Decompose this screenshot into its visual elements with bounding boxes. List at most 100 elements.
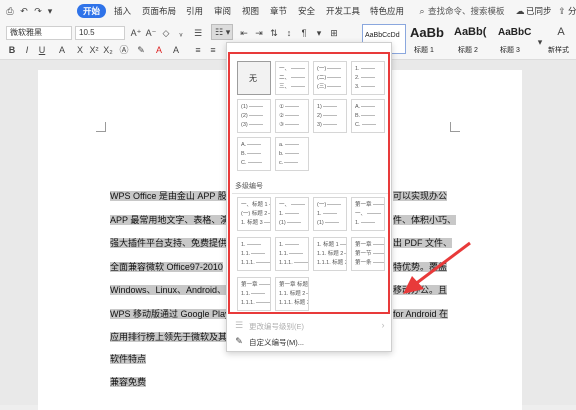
tab-security[interactable]: 安全 [298,5,315,17]
document-line-tail[interactable]: 特优势。覆盖 [393,259,448,275]
text-effect-icon[interactable]: Ⓐ [118,44,130,56]
font-color-icon[interactable]: A [153,44,165,56]
multi-tile[interactable]: 1. 1.1. 1.1.1. [275,237,309,271]
single-tile[interactable]: 1. 2. 3. [351,61,385,95]
font-effects-icon[interactable]: A [56,44,68,56]
single-tile[interactable]: A. B. C. [237,137,271,171]
decrease-indent-icon[interactable]: ⇤ [238,27,250,39]
style-heading3[interactable]: AaBbC 标题 3 [496,24,534,58]
multi-tile[interactable]: 1. 标题 1 1.1. 标题 2 1.1.1. 标题 3 [313,237,347,271]
redo-icon[interactable]: ↷ [32,5,44,17]
multi-tile[interactable]: 第一章 1.1. 1.1.1. [237,277,271,311]
highlight-icon[interactable]: ✎ [135,44,147,56]
margin-corner-left [96,122,106,132]
document-line[interactable]: 强大插件平台支持、免费提供 [110,235,228,251]
multi-tile[interactable]: 第一章 第一节 第一条 [351,237,385,271]
share-icon[interactable]: ⇪ [556,5,568,17]
tab-page-layout[interactable]: 页面布局 [142,5,176,17]
multi-tile[interactable]: 一、标题 1 (一) 标题 2 1. 标题 3 [237,197,271,231]
multi-tile-label: 第一章 [241,282,258,288]
single-tile-dash [284,162,299,164]
document-line[interactable]: 应用排行榜上领先于微软及其 [110,329,228,345]
align-left-icon[interactable]: ≡ [192,44,204,56]
tab-home[interactable]: 开始 [77,4,106,18]
italic-icon[interactable]: I [21,44,33,56]
document-line[interactable]: 软件特点 [110,351,147,367]
sync-status[interactable]: 已同步 [526,5,552,17]
multi-tile-dash [251,253,266,255]
document-line-tail[interactable]: 移动办公。且 [393,282,448,298]
menu-divider [232,313,388,314]
superscript-icon[interactable]: X² [88,44,100,56]
single-tile-dash [322,106,337,108]
new-style-button[interactable]: A 新样式 [548,24,576,58]
align-center-icon[interactable]: ≡ [207,44,219,56]
single-tile[interactable]: 1) 2) 3) [313,99,347,133]
tab-references[interactable]: 引用 [186,5,203,17]
show-marks-icon[interactable]: ¶ [298,27,310,39]
numbering-button[interactable]: ☷ ▾ [211,24,233,40]
document-line[interactable]: 兼容免费 [110,374,147,390]
underline-icon[interactable]: U [36,44,48,56]
bullets-icon[interactable]: ☰ [192,27,204,39]
multi-tile[interactable]: 第一章 一、 1. [351,197,385,231]
chevron-down-icon[interactable]: ▾ [313,27,325,39]
document-line[interactable]: Windows、Linux、Android、 [110,282,227,298]
multi-tile-dash [258,284,270,286]
text-direction-icon[interactable]: ⇅ [268,27,280,39]
tab-special-apps[interactable]: 特色应用 [370,5,404,17]
document-line-tail[interactable]: 出 PDF 文件、 [393,235,453,251]
undo-icon[interactable]: ↶ [18,5,30,17]
multi-tile-label: 1. [355,220,360,226]
grow-font-icon[interactable]: A⁺ [130,27,142,39]
font-size-select[interactable]: 10.5 [75,26,125,40]
char-shading-icon[interactable]: A [170,44,182,56]
dropdown-icon[interactable]: ▾ [46,5,54,17]
document-line-tail[interactable]: for Android 在 [393,306,449,322]
style-heading2[interactable]: AaBb( 标题 2 [452,24,496,58]
document-line[interactable]: 全面兼容微软 Office97-2010 [110,259,223,275]
multi-tile[interactable]: 一、 1. (1) [275,197,309,231]
phonetic-icon[interactable]: ᵥ [175,27,187,39]
subscript-icon[interactable]: X₂ [102,44,114,56]
tab-developer[interactable]: 开发工具 [326,5,360,17]
tab-review[interactable]: 审阅 [214,5,231,17]
multi-tile-row: (1) [317,220,346,227]
print-preview-icon[interactable]: ⎙ [4,5,16,17]
single-tile-row: 2. [355,75,384,82]
increase-indent-icon[interactable]: ⇥ [253,27,265,39]
document-line[interactable]: APP 最常用地文字、表格、演 [110,212,230,228]
styles-more-icon[interactable]: ▾ [534,36,546,48]
single-tile[interactable]: 一、 二、 三、 [275,61,309,95]
command-search[interactable]: 查找命令、搜索模板 [428,5,505,17]
font-name-select[interactable]: 微软雅黑 [6,26,72,40]
single-tile-dash [248,124,263,126]
shrink-font-icon[interactable]: A⁻ [145,27,157,39]
single-tile[interactable]: ① ② ③ [275,99,309,133]
bold-icon[interactable]: B [6,44,18,56]
numbering-none-tile[interactable]: 无 [237,61,271,95]
multi-tile[interactable]: 1. 1.1. 1.1.1. [237,237,271,271]
clear-format-icon[interactable]: ◇ [160,27,172,39]
tab-chapter[interactable]: 章节 [270,5,287,17]
single-tile[interactable]: A. B. C. [351,99,385,133]
multi-tile-row: 1.1.1. 标题 3 [317,260,346,267]
table-borders-icon[interactable]: ⊞ [328,27,340,39]
multi-tile[interactable]: (一) 1. (1) [313,197,347,231]
custom-numbering-item[interactable]: 自定义编号(M)... [249,337,304,348]
document-line[interactable]: WPS 移动版通过 Google Play [110,306,230,322]
change-level-item[interactable]: 更改编号级别(E) [249,321,304,332]
tab-view[interactable]: 视图 [242,5,259,17]
share-label[interactable]: 分 [568,5,576,17]
style-heading1[interactable]: AaBb 标题 1 [408,24,452,58]
document-line[interactable]: WPS Office 是由金山 APP 股 [110,188,227,204]
single-tile[interactable]: (一) (二) (三) [313,61,347,95]
strikethrough-icon[interactable]: X [74,44,86,56]
document-line-tail[interactable]: 件、体积小巧、 [393,212,457,228]
sort-icon[interactable]: ↕ [283,27,295,39]
tab-insert[interactable]: 插入 [114,5,131,17]
single-tile[interactable]: a. b. c. [275,137,309,171]
single-tile[interactable]: (1) (2) (3) [237,99,271,133]
document-line-tail[interactable]: 可以实现办公 [393,188,448,204]
multi-tile[interactable]: 第一章 标题 1 1.1. 标题 2 1.1.1. 标题 3 [275,277,309,311]
